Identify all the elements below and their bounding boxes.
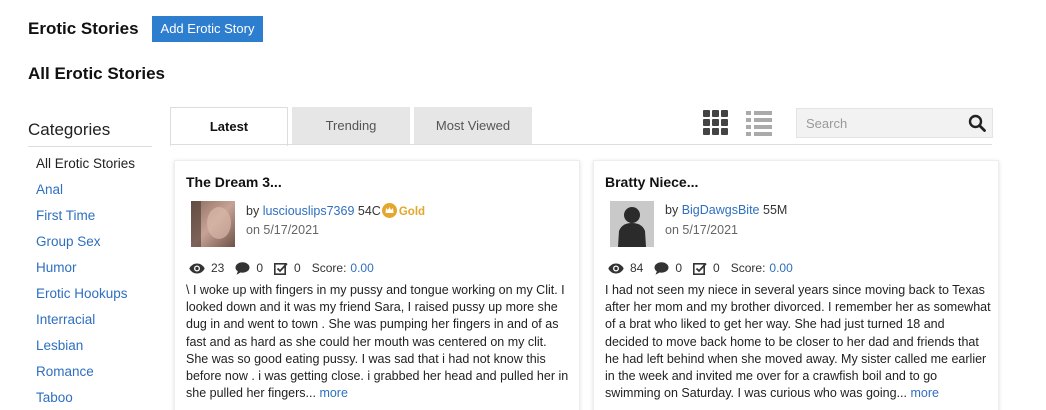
comments-count: 0 [675, 261, 683, 275]
search-button[interactable] [962, 109, 992, 137]
comments-count: 0 [256, 261, 264, 275]
categories-divider [28, 146, 152, 147]
category-erotic-hookups[interactable]: Erotic Hookups [36, 285, 135, 311]
author-link[interactable]: BigDawgsBite [682, 203, 760, 217]
search-icon [968, 114, 986, 132]
gold-badge: Gold [398, 206, 426, 218]
tab-trending[interactable]: Trending [292, 107, 410, 145]
vote-icon [274, 262, 288, 275]
tab-most-viewed[interactable]: Most Viewed [414, 107, 532, 145]
author-meta: 54C [357, 204, 381, 218]
category-interracial[interactable]: Interracial [36, 311, 135, 337]
search-input[interactable] [797, 109, 962, 137]
category-humor[interactable]: Humor [36, 259, 135, 285]
eye-icon [608, 263, 624, 273]
category-lesbian[interactable]: Lesbian [36, 337, 135, 363]
section-title: All Erotic Stories [28, 64, 165, 83]
story-byline: by lusciouslips7369 54C Gold [246, 203, 425, 221]
story-title[interactable]: Bratty Niece... [605, 174, 698, 190]
story-title[interactable]: The Dream 3... [186, 174, 282, 190]
categories-heading: Categories [28, 120, 111, 139]
excerpt-text: I had not seen my niece in several years… [605, 283, 991, 401]
category-first-time[interactable]: First Time [36, 207, 135, 233]
more-link[interactable]: more [910, 386, 938, 400]
list-view-icon[interactable] [746, 110, 772, 136]
categories-list: All Erotic Stories Anal First Time Group… [36, 155, 135, 410]
story-tabs: Latest Trending Most Viewed [170, 107, 536, 146]
search-box [796, 108, 993, 138]
more-link[interactable]: more [319, 386, 347, 400]
category-group-sex[interactable]: Group Sex [36, 233, 135, 259]
score-label: Score: [311, 261, 347, 275]
story-card: Bratty Niece... by BigDawgsBite 55M on 5… [593, 160, 999, 410]
score-value: 0.00 [350, 261, 374, 275]
comment-icon [235, 261, 250, 275]
grid-view-icon[interactable] [703, 110, 728, 135]
author-meta: 55M [763, 203, 788, 217]
category-taboo[interactable]: Taboo [36, 389, 135, 410]
comment-icon [654, 261, 669, 275]
story-byline: by BigDawgsBite 55M [665, 203, 787, 217]
author-link[interactable]: lusciouslips7369 [263, 204, 355, 218]
crown-icon [381, 203, 397, 221]
byline-prefix: by [246, 204, 260, 218]
views-count: 23 [211, 261, 225, 275]
story-date: on 5/17/2021 [246, 223, 319, 237]
story-card: The Dream 3... by lusciouslips7369 54C Go… [174, 160, 580, 410]
story-stats: 23 0 0 Score: 0.00 [189, 261, 374, 275]
category-all-erotic-stories[interactable]: All Erotic Stories [36, 155, 135, 181]
eye-icon [189, 263, 205, 273]
score-label: Score: [730, 261, 766, 275]
category-romance[interactable]: Romance [36, 363, 135, 389]
avatar[interactable] [610, 201, 654, 247]
story-excerpt: I had not seen my niece in several years… [605, 282, 991, 402]
vote-icon [693, 262, 707, 275]
views-count: 84 [630, 261, 644, 275]
tabs-divider [170, 144, 992, 145]
page-title: Erotic Stories [28, 19, 139, 38]
tab-latest[interactable]: Latest [170, 107, 288, 146]
votes-count: 0 [713, 261, 720, 275]
add-story-button[interactable]: Add Erotic Story [152, 16, 263, 42]
score-value: 0.00 [769, 261, 793, 275]
category-anal[interactable]: Anal [36, 181, 135, 207]
excerpt-text: \ I woke up with fingers in my pussy and… [186, 283, 569, 401]
story-stats: 84 0 0 Score: 0.00 [608, 261, 793, 275]
story-excerpt: \ I woke up with fingers in my pussy and… [186, 282, 572, 402]
byline-prefix: by [665, 203, 679, 217]
story-date: on 5/17/2021 [665, 223, 738, 237]
votes-count: 0 [294, 261, 301, 275]
avatar[interactable] [191, 201, 235, 247]
